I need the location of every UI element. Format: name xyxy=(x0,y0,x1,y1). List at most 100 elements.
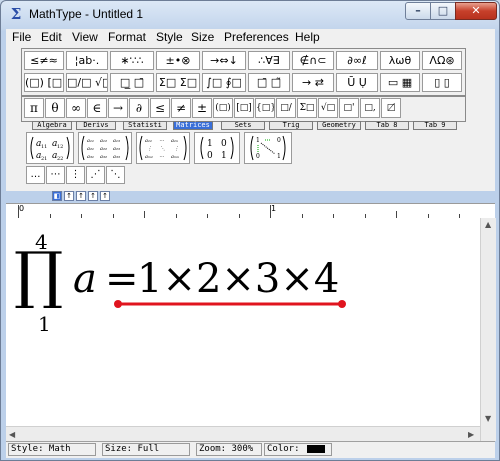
svg-text:a₃₂: a₃₂ xyxy=(100,154,107,160)
embellishments-palette[interactable]: ∗∵∴ xyxy=(110,51,154,70)
matrix-mxn-template[interactable]: a₁₁ ⋯ a₁ₙ ⋮ ⋱ ⋮ aₘ₁ ⋯ aₘₙ xyxy=(136,132,190,164)
vertical-scrollbar[interactable]: ▲ ▼ xyxy=(480,218,496,441)
theta-symbol[interactable]: θ xyxy=(45,98,65,118)
menu-bar: File Edit View Format Style Size Prefere… xyxy=(6,29,495,46)
tab-stop-icon[interactable]: ◧ xyxy=(52,191,62,201)
tab-algebra[interactable]: Algebra xyxy=(32,121,72,130)
minimize-button[interactable]: – xyxy=(405,2,431,20)
svg-text:21: 21 xyxy=(41,156,47,162)
symbol-bar: π θ ∞ ∈ → ∂ ≤ ≠ ± (□) [□] {□} □/□ Σ□ √□ … xyxy=(21,96,466,122)
equation-editor-area[interactable]: 4 ∏ 1 a = 1×2×3×4 xyxy=(6,218,480,426)
ruler[interactable]: 0 1 xyxy=(6,203,495,219)
scroll-right-icon[interactable]: ▶ xyxy=(468,430,474,439)
leq-symbol[interactable]: ≤ xyxy=(150,98,170,118)
menu-edit[interactable]: Edit xyxy=(41,30,62,44)
matrix-3x3-template[interactable]: a₁₁ a₁₂ a₁₃ a₂₁ a₂₂ a₂₃ a₃₁ a₃₂ a₃₃ xyxy=(78,132,132,164)
ellipsis-diagonal-down[interactable]: ⋱ xyxy=(106,166,125,184)
parentheses-template[interactable]: (□) xyxy=(213,98,233,118)
sum-template[interactable]: Σ□ xyxy=(297,98,317,118)
tab-geometry[interactable]: Geometry xyxy=(317,121,361,130)
ellipsis-center[interactable]: ⋯ xyxy=(46,166,65,184)
svg-text:a₁₁: a₁₁ xyxy=(145,138,152,144)
braces-template[interactable]: {□} xyxy=(255,98,275,118)
ellipsis-baseline[interactable]: … xyxy=(26,166,45,184)
fences-palette[interactable]: (□) [□] xyxy=(24,73,64,92)
nudge-up-icon-2[interactable]: ↑ xyxy=(76,191,86,201)
scroll-left-icon[interactable]: ◀ xyxy=(9,430,15,439)
svg-text:a₂₁: a₂₁ xyxy=(87,146,94,152)
misc-symbols-palette[interactable]: ∂∞ℓ xyxy=(336,51,378,70)
fractions-radicals-palette[interactable]: □/□ √□ xyxy=(66,73,108,92)
svg-text:a₃₁: a₃₁ xyxy=(87,154,94,160)
operators-palette[interactable]: ±•⊗ xyxy=(156,51,200,70)
menu-preferences[interactable]: Preferences xyxy=(224,30,289,44)
ruler-tick xyxy=(270,205,271,218)
nudge-up-icon-3[interactable]: ↑ xyxy=(88,191,98,201)
menu-help[interactable]: Help xyxy=(295,30,320,44)
dotted-matrix-template[interactable]: 1 0 0 1 xyxy=(244,132,292,164)
plus-minus-symbol[interactable]: ± xyxy=(192,98,212,118)
menu-view[interactable]: View xyxy=(72,30,98,44)
relations-palette[interactable]: ≤≠≈ xyxy=(24,51,64,70)
tab-trig[interactable]: Trig xyxy=(269,121,313,130)
maximize-button[interactable]: □ xyxy=(430,2,456,20)
greek-upper-palette[interactable]: ΛΩ⊛ xyxy=(422,51,462,70)
partial-symbol[interactable]: ∂ xyxy=(129,98,149,118)
svg-text:a₂₃: a₂₃ xyxy=(113,146,120,152)
template-toolbar: ≤≠≈ ¦ab·. ∗∵∴ ±•⊗ →⇔↓ ∴∀∃ ∉∩⊂ ∂∞ℓ λωθ ΛΩ… xyxy=(21,48,466,96)
svg-text:⋯: ⋯ xyxy=(159,154,164,160)
boxes-palette[interactable]: ▯ ▯ xyxy=(422,73,462,92)
mathtype-window: Σ MathType - Untitled 1 – □ ✕ File Edit … xyxy=(0,0,500,461)
spaces-palette[interactable]: ¦ab·. xyxy=(66,51,108,70)
integrals-palette[interactable]: ∫□ ∮□ xyxy=(202,73,246,92)
subscripts-palette[interactable]: □̲ □̄ xyxy=(110,73,154,92)
subscript-template[interactable]: □, xyxy=(360,98,380,118)
ruler-tick xyxy=(18,205,19,218)
scroll-down-icon[interactable]: ▼ xyxy=(485,414,491,423)
menu-size[interactable]: Size xyxy=(191,30,214,44)
fraction-template[interactable]: □/□ xyxy=(276,98,296,118)
neq-symbol[interactable]: ≠ xyxy=(171,98,191,118)
radical-template[interactable]: √□ xyxy=(318,98,338,118)
labeled-arrows-palette[interactable]: → ⇄ xyxy=(292,73,334,92)
matrix-3x3-icon: a₁₁ a₁₂ a₁₃ a₂₁ a₂₂ a₂₃ a₃₁ a₃₂ a₃₃ xyxy=(81,135,129,161)
matrices-palette[interactable]: ▭ ▦ xyxy=(380,73,420,92)
svg-text:11: 11 xyxy=(41,144,47,150)
arrow-symbol[interactable]: → xyxy=(108,98,128,118)
scroll-up-icon[interactable]: ▲ xyxy=(485,220,491,229)
summation-palette[interactable]: Σ□ Σ□ xyxy=(156,73,200,92)
identity-matrix-template[interactable]: 1001 xyxy=(194,132,240,164)
arrows-palette[interactable]: →⇔↓ xyxy=(202,51,246,70)
menu-style[interactable]: Style xyxy=(156,30,183,44)
products-palette[interactable]: Ū Ụ xyxy=(336,73,378,92)
title-bar[interactable]: Σ MathType - Untitled 1 – □ ✕ xyxy=(1,1,500,29)
tab-matrices[interactable]: Matrices xyxy=(173,121,213,130)
superscript-template[interactable]: □' xyxy=(339,98,359,118)
nudge-up-icon-4[interactable]: ↑ xyxy=(100,191,110,201)
logic-palette[interactable]: ∴∀∃ xyxy=(248,51,290,70)
pi-symbol[interactable]: π xyxy=(24,98,44,118)
horizontal-scrollbar[interactable]: ◀ ▶ xyxy=(6,426,480,442)
set-theory-palette[interactable]: ∉∩⊂ xyxy=(292,51,334,70)
svg-text:1: 1 xyxy=(256,137,260,144)
overbars-palette[interactable]: □̄ □̃ xyxy=(248,73,290,92)
tab-sets[interactable]: Sets xyxy=(221,121,265,130)
svg-text:1: 1 xyxy=(221,151,227,161)
menu-file[interactable]: File xyxy=(12,30,31,44)
close-button[interactable]: ✕ xyxy=(455,2,497,20)
nudge-up-icon[interactable]: ↑ xyxy=(64,191,74,201)
infinity-symbol[interactable]: ∞ xyxy=(66,98,86,118)
strike-template[interactable]: □̸ xyxy=(381,98,401,118)
brackets-template[interactable]: [□] xyxy=(234,98,254,118)
tab-statistics[interactable]: Statisti xyxy=(123,121,167,130)
matrix-2x2-icon: a 11 a 12 a 21 a 22 xyxy=(30,136,70,162)
tab-9[interactable]: Tab 9 xyxy=(413,121,457,130)
element-of-symbol[interactable]: ∈ xyxy=(87,98,107,118)
greek-lower-palette[interactable]: λωθ xyxy=(380,51,420,70)
ellipsis-diagonal-up[interactable]: ⋰ xyxy=(86,166,105,184)
tab-8[interactable]: Tab 8 xyxy=(365,121,409,130)
tab-derivs[interactable]: Derivs xyxy=(76,121,116,130)
menu-format[interactable]: Format xyxy=(108,30,146,44)
ellipsis-vertical[interactable]: ⋮ xyxy=(66,166,85,184)
matrix-2x2-template[interactable]: a 11 a 12 a 21 a 22 xyxy=(26,132,74,164)
